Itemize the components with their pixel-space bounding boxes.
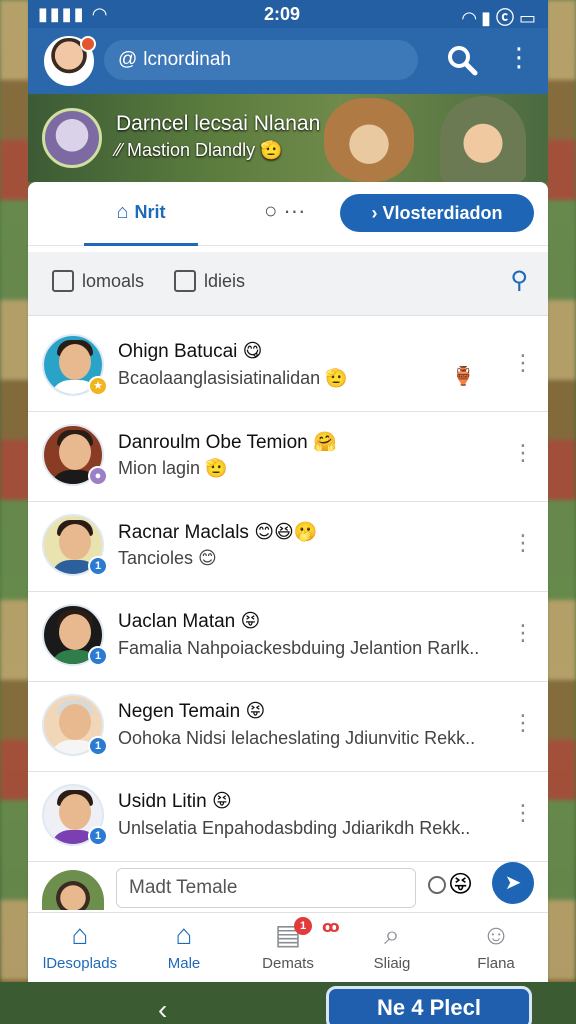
chat-preview: Tancioles 😊: [118, 548, 217, 568]
banner-subtitle-text: Mastion Dlandly: [127, 140, 256, 160]
soldier-character: [440, 96, 526, 182]
search-text: lcnordinah: [143, 49, 231, 70]
filter-label: lomoals: [82, 271, 145, 291]
notification-dot: [80, 36, 96, 52]
status-badge: 1: [88, 826, 108, 846]
signal-icon: ▮▮▮▮ ◠: [38, 4, 109, 24]
nav-label: lDesoplads: [42, 955, 118, 972]
battery-icon: ◠ ▮ ⓒ ▭: [462, 8, 536, 28]
more-vertical-icon[interactable]: ⋮: [512, 800, 534, 826]
status-time: 2:09: [264, 4, 301, 24]
chat-name: Uaclan Matan 😝: [118, 611, 261, 632]
chat-preview: Mion lagin 🫡: [118, 458, 228, 478]
nav-label: Male: [167, 955, 201, 972]
back-chevron-icon[interactable]: ‹: [158, 994, 167, 1024]
chat-preview: Oohoka Nidsi lelacheslating Jdiunvitic R…: [118, 728, 476, 748]
avatar: [42, 870, 104, 910]
person-icon: ☺: [481, 919, 511, 950]
home-icon: ⌂: [175, 919, 193, 950]
mention-icon: ꝏ: [322, 919, 340, 936]
message-composer: Madt Temale 😝 ➤: [28, 862, 548, 912]
chevron-right-icon: ›: [371, 203, 378, 223]
more-vertical-icon[interactable]: ⋮: [512, 710, 534, 736]
background-left: [0, 0, 30, 1024]
search-doc-icon: ⌕: [384, 919, 400, 950]
nav-item[interactable]: ⌂ Male: [132, 919, 236, 979]
home-icon: ⌂: [71, 919, 89, 950]
nav-label: Sliaig: [373, 955, 411, 972]
status-badge: 1: [88, 556, 108, 576]
app-header: @ lcnordinah ⋮: [28, 28, 548, 94]
message-input[interactable]: Madt Temale: [116, 868, 416, 908]
tab-bar: ⌂ Nrit ○ ··· › Vlosterdiadon: [28, 182, 548, 246]
chat-name: Racnar Maclals 😊😆🫢: [118, 522, 318, 543]
list-item[interactable]: ● Danroulm Obe Temion 🤗 Mion lagin 🫡 ⋮: [28, 412, 548, 502]
status-badge: 1: [88, 646, 108, 666]
chat-name: Usidn Litin 😝: [118, 791, 232, 812]
bottom-nav: ⌂ lDesoplads ⌂ Male ▤ 1 ꝏ Demats ⌕ Sliai…: [28, 912, 548, 982]
pin-icon[interactable]: ⚲: [510, 266, 528, 295]
filter-label: ldieis: [204, 271, 246, 291]
nav-item[interactable]: ⌕ Sliaig: [340, 919, 444, 979]
filter-bar: lomoals ldieis ⚲: [28, 252, 548, 316]
search-input[interactable]: @ lcnordinah: [104, 40, 418, 80]
chat-preview: Unlselatia Enpahodasbding Jdiarikdh Rekk…: [118, 818, 471, 838]
status-badge: 1: [88, 736, 108, 756]
bear-character: [324, 98, 414, 182]
background-right: [546, 0, 576, 1024]
status-bar: ▮▮▮▮ ◠ 2:09 ◠ ▮ ⓒ ▭: [28, 0, 548, 28]
chat-name: Negen Temain 😝: [118, 701, 266, 722]
list-item[interactable]: 1 Usidn Litin 😝 Unlselatia Enpahodasbdin…: [28, 772, 548, 862]
chat-list: ★ Ohign Batucai 😋 Bcaolaanglasisiatinali…: [28, 322, 548, 862]
filter-chip[interactable]: ldieis: [174, 270, 245, 292]
main-card: ⌂ Nrit ○ ··· › Vlosterdiadon lomoals ldie…: [28, 182, 548, 982]
more-vertical-icon[interactable]: ⋮: [512, 530, 534, 556]
trophy-icon: 🏺: [452, 366, 475, 386]
banner-title: Darncel lecsai Nlanan: [116, 112, 321, 135]
home-icon: ⌂: [116, 201, 129, 223]
more-vertical-icon[interactable]: ⋮: [506, 42, 532, 78]
filter-chip[interactable]: lomoals: [52, 270, 144, 292]
chat-preview: Famalia Nahpoiackesbduing Jelantion Rarl…: [118, 638, 480, 658]
avatar[interactable]: [44, 36, 96, 86]
chat-name: Danroulm Obe Temion 🤗: [118, 432, 337, 453]
nav-label: Flana: [477, 955, 515, 972]
tab-search[interactable]: ○ ···: [264, 198, 324, 230]
more-vertical-icon[interactable]: ⋮: [512, 620, 534, 646]
pet-avatar: [42, 108, 102, 168]
ellipsis-icon: ···: [283, 198, 306, 223]
notification-badge: 1: [294, 917, 312, 935]
list-item[interactable]: 1 Uaclan Matan 😝 Famalia Nahpoiackesbdui…: [28, 592, 548, 682]
profile-banner: Darncel lecsai Nlanan ⁄⁄ Mastion Dlandly…: [28, 94, 548, 182]
chat-name: Ohign Batucai 😋: [118, 341, 263, 362]
at-icon: @: [118, 49, 138, 70]
list-item[interactable]: ★ Ohign Batucai 😋 Bcaolaanglasisiatinali…: [28, 322, 548, 412]
more-vertical-icon[interactable]: ⋮: [512, 350, 534, 376]
send-icon[interactable]: ➤: [492, 862, 534, 904]
square-icon: [174, 270, 196, 292]
search-icon[interactable]: [446, 44, 480, 78]
square-icon: [52, 270, 74, 292]
more-vertical-icon[interactable]: ⋮: [512, 440, 534, 466]
background-bottom: ‹ Ne 4 Plecl: [0, 982, 576, 1024]
cta-button[interactable]: › Vlosterdiadon: [340, 194, 534, 232]
chat-preview: Bcaolaanglasisiatinalidan 🫡: [118, 368, 348, 388]
cta-label: Vlosterdiadon: [382, 203, 503, 223]
nav-item[interactable]: ☺ Flana: [444, 919, 548, 979]
circle-icon[interactable]: [428, 876, 446, 894]
banner-subtitle: ⁄⁄ Mastion Dlandly 🫡: [116, 140, 283, 160]
status-badge: ★: [88, 376, 108, 396]
tab-home[interactable]: ⌂ Nrit: [84, 182, 198, 246]
search-icon: ○: [264, 198, 278, 223]
nav-item[interactable]: ▤ 1 ꝏ Demats: [236, 917, 340, 979]
status-badge: ●: [88, 466, 108, 486]
nav-label: Demats: [262, 955, 314, 972]
nav-item[interactable]: ⌂ lDesoplads: [28, 919, 132, 979]
list-item[interactable]: 1 Negen Temain 😝 Oohoka Nidsi lelachesla…: [28, 682, 548, 772]
tab-home-label: Nrit: [134, 202, 166, 222]
game-button[interactable]: Ne 4 Plecl: [326, 986, 532, 1024]
emoji-icon[interactable]: 😝: [448, 870, 473, 899]
list-item[interactable]: 1 Racnar Maclals 😊😆🫢 Tancioles 😊 ⋮: [28, 502, 548, 592]
